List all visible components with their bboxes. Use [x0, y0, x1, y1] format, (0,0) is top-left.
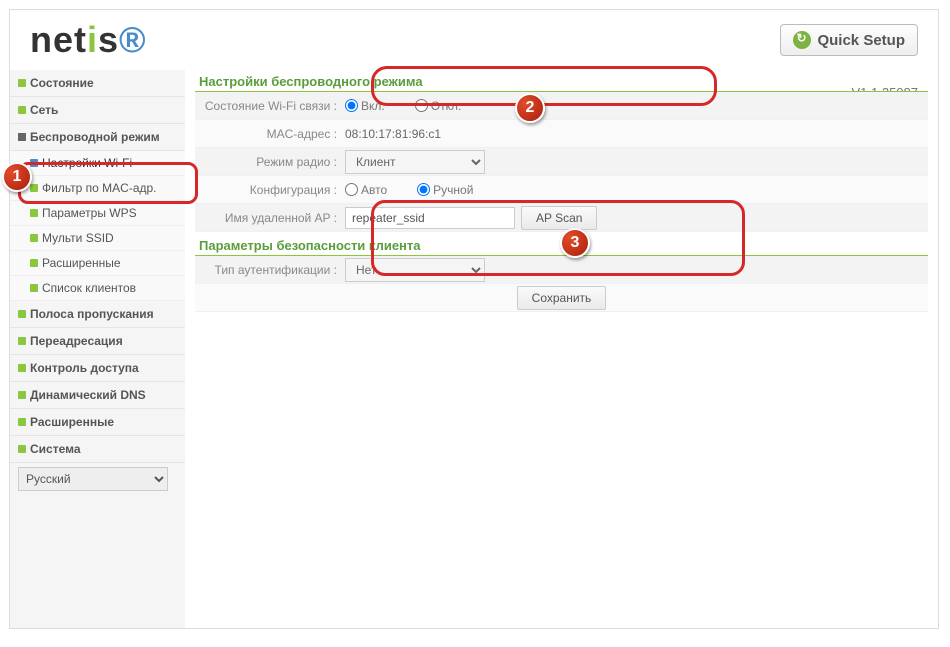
- sidebar-item-status[interactable]: Состояние: [10, 70, 185, 97]
- mac-value: 08:10:17:81:96:c1: [345, 127, 441, 141]
- section-title-security: Параметры безопасности клиента: [195, 234, 928, 256]
- ap-scan-button[interactable]: AP Scan: [521, 206, 597, 230]
- row-config: Конфигурация : Авто Ручной: [195, 176, 928, 204]
- sidebar-sub-label: Мульти SSID: [42, 231, 114, 245]
- sidebar-item-label: Беспроводной режим: [30, 130, 160, 144]
- bullet-icon: [18, 310, 26, 318]
- sidebar-item-label: Расширенные: [30, 415, 114, 429]
- bullet-icon: [30, 234, 38, 242]
- radio-config-auto[interactable]: Авто: [345, 183, 387, 197]
- sidebar-item-advanced[interactable]: Расширенные: [10, 409, 185, 436]
- sidebar-item-wireless[interactable]: Беспроводной режим: [10, 124, 185, 151]
- sidebar-sub-label: Настройки Wi-Fi: [42, 156, 132, 170]
- language-select[interactable]: Русский: [18, 467, 168, 491]
- refresh-icon: [793, 31, 811, 49]
- row-auth-type: Тип аутентификации : Нет: [195, 256, 928, 284]
- row-remote-ap: Имя удаленной AP : AP Scan: [195, 204, 928, 232]
- radio-mode-label: Режим радио :: [195, 155, 345, 169]
- radio-config-auto-input[interactable]: [345, 183, 358, 196]
- row-save: Сохранить: [195, 284, 928, 312]
- sidebar-sub-advanced[interactable]: Расширенные: [10, 251, 185, 276]
- sidebar-item-label: Система: [30, 442, 81, 456]
- expand-icon: [18, 133, 26, 141]
- sidebar-item-label: Полоса пропускания: [30, 307, 154, 321]
- mac-label: MAC-адрес :: [195, 127, 345, 141]
- bullet-icon: [18, 445, 26, 453]
- row-wifi-state: Состояние Wi-Fi связи : Вкл. Откл.: [195, 92, 928, 120]
- remote-ap-label: Имя удаленной AP :: [195, 211, 345, 225]
- sidebar-item-ddns[interactable]: Динамический DNS: [10, 382, 185, 409]
- bullet-icon: [18, 391, 26, 399]
- save-button[interactable]: Сохранить: [517, 286, 607, 310]
- content-area: Настройки беспроводного режима Состояние…: [185, 70, 938, 628]
- radio-wifi-on-input[interactable]: [345, 99, 358, 112]
- sidebar-item-system[interactable]: Система: [10, 436, 185, 463]
- section-title-wireless: Настройки беспроводного режима: [195, 70, 928, 92]
- quick-setup-label: Quick Setup: [817, 32, 905, 49]
- bullet-icon: [30, 259, 38, 267]
- radio-wifi-on[interactable]: Вкл.: [345, 99, 385, 113]
- sidebar-item-label: Переадресация: [30, 334, 123, 348]
- radio-mode-select[interactable]: Клиент: [345, 150, 485, 174]
- sidebar: Состояние Сеть Беспроводной режим Настро…: [10, 70, 185, 628]
- radio-wifi-off[interactable]: Откл.: [415, 99, 462, 113]
- sidebar-sub-multi-ssid[interactable]: Мульти SSID: [10, 226, 185, 251]
- radio-wifi-off-input[interactable]: [415, 99, 428, 112]
- sidebar-sub-wps[interactable]: Параметры WPS: [10, 201, 185, 226]
- config-label: Конфигурация :: [195, 183, 345, 197]
- sidebar-item-label: Контроль доступа: [30, 361, 139, 375]
- sidebar-sub-label: Параметры WPS: [42, 206, 137, 220]
- sidebar-sub-label: Список клиентов: [42, 281, 136, 295]
- sidebar-sub-mac-filter[interactable]: Фильтр по MAC-адр.: [10, 176, 185, 201]
- bullet-icon: [30, 284, 38, 292]
- remote-ap-input[interactable]: [345, 207, 515, 229]
- bullet-icon: [18, 79, 26, 87]
- wifi-state-label: Состояние Wi-Fi связи :: [195, 99, 345, 113]
- bullet-icon: [18, 418, 26, 426]
- sidebar-item-access-control[interactable]: Контроль доступа: [10, 355, 185, 382]
- sidebar-sub-wifi-settings[interactable]: Настройки Wi-Fi: [10, 151, 185, 176]
- row-mac: MAC-адрес : 08:10:17:81:96:c1: [195, 120, 928, 148]
- sidebar-item-label: Динамический DNS: [30, 388, 146, 402]
- bullet-icon: [30, 209, 38, 217]
- sidebar-sub-label: Фильтр по MAC-адр.: [42, 181, 157, 195]
- sidebar-item-forwarding[interactable]: Переадресация: [10, 328, 185, 355]
- auth-type-label: Тип аутентификации :: [195, 263, 345, 277]
- radio-config-manual-input[interactable]: [417, 183, 430, 196]
- bullet-icon: [18, 364, 26, 372]
- radio-config-manual[interactable]: Ручной: [417, 183, 473, 197]
- quick-setup-button[interactable]: Quick Setup: [780, 24, 918, 56]
- sidebar-item-label: Сеть: [30, 103, 58, 117]
- bullet-icon: [18, 337, 26, 345]
- sidebar-item-network[interactable]: Сеть: [10, 97, 185, 124]
- row-radio-mode: Режим радио : Клиент: [195, 148, 928, 176]
- sidebar-item-bandwidth[interactable]: Полоса пропускания: [10, 301, 185, 328]
- bullet-icon: [18, 106, 26, 114]
- logo: netis®: [30, 19, 147, 61]
- sidebar-sub-client-list[interactable]: Список клиентов: [10, 276, 185, 301]
- bullet-icon: [30, 184, 38, 192]
- sidebar-item-label: Состояние: [30, 76, 94, 90]
- sidebar-sub-label: Расширенные: [42, 256, 121, 270]
- auth-type-select[interactable]: Нет: [345, 258, 485, 282]
- bullet-icon: [30, 159, 38, 167]
